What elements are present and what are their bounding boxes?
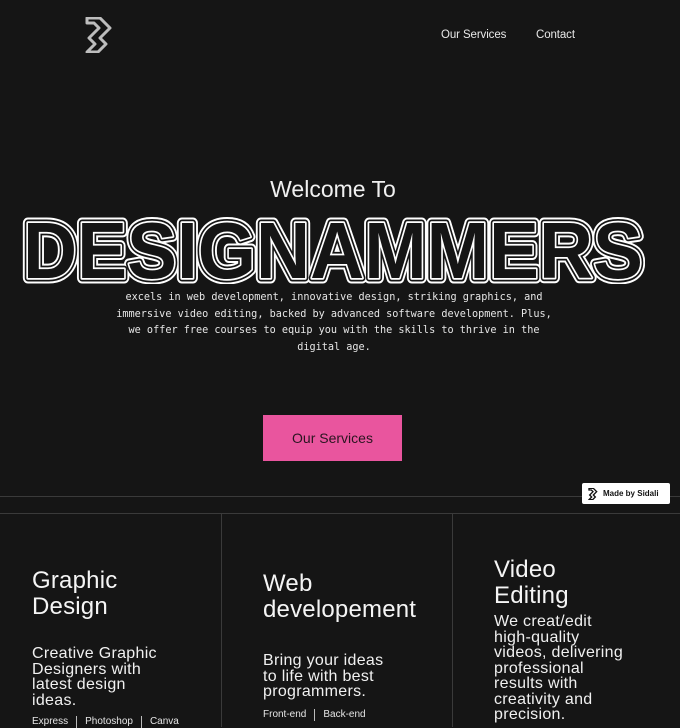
made-by-label: Made by Sidali (603, 489, 659, 498)
tag: Express (32, 716, 69, 727)
hero-tagline: excels in web development, innovative de… (116, 292, 552, 353)
tag: Canva (140, 716, 187, 728)
service-tags-web-development: Front-end Back-end (263, 709, 374, 721)
service-tags-graphic-design: Express Photoshop Canva (32, 716, 187, 728)
hero-brand-title: DESIGNAMMERS DESIGNAMMERS DESIGNAMMERS D… (18, 201, 649, 301)
tag: Front-end (263, 709, 307, 720)
nav-contact[interactable]: Contact (536, 29, 575, 41)
nav-our-services[interactable]: Our Services (441, 29, 506, 41)
designammers-logo-icon[interactable] (84, 16, 114, 54)
tag: Photoshop (76, 716, 141, 728)
tag: Back-end (314, 709, 373, 721)
service-title-web-development: Web developement (263, 570, 417, 623)
hero-welcome: Welcome To (270, 176, 396, 202)
service-desc-graphic-design: Creative Graphic Designers with latest des… (32, 645, 157, 709)
divider (0, 496, 680, 497)
service-desc-web-development: Bring your ideas to life with best program… (263, 652, 384, 700)
service-title-graphic-design: Graphic Design (32, 567, 118, 620)
badge-logo-icon (588, 487, 598, 500)
column-divider (452, 514, 453, 727)
service-desc-video-editing: We creat/edit high-quality videos, deliver… (494, 613, 624, 723)
made-by-badge[interactable]: Made by Sidali (582, 483, 670, 504)
divider (0, 513, 680, 514)
service-title-video-editing: Video Editing (494, 556, 569, 609)
hero-brand-text-core: DESIGNAMMERS (23, 212, 643, 284)
column-divider (221, 514, 222, 727)
our-services-button[interactable]: Our Services (263, 415, 402, 461)
